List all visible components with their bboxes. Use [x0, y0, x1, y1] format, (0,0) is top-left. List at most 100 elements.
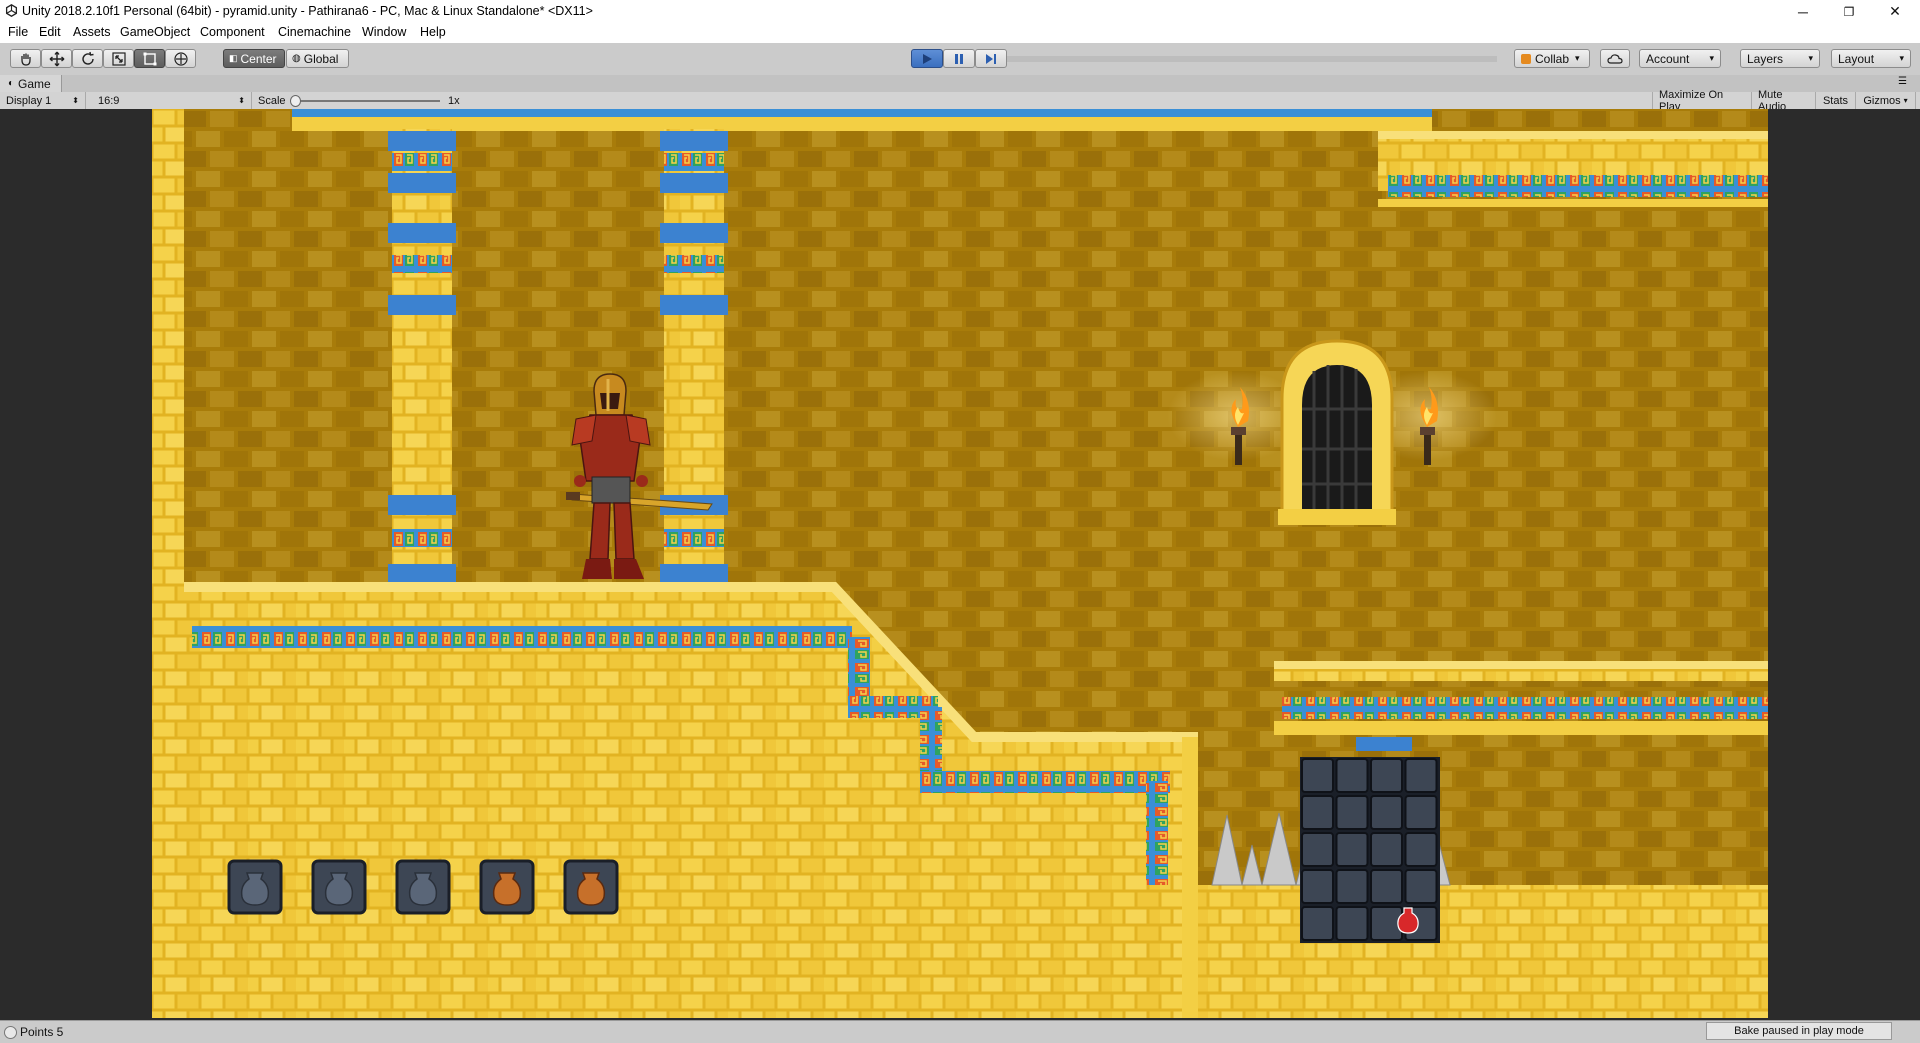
gizmos-label: Gizmos: [1863, 94, 1901, 107]
grid-slot[interactable]: [1301, 832, 1334, 867]
cloud-button[interactable]: [1600, 49, 1630, 68]
display-dropdown[interactable]: Display 1 ⬍: [0, 92, 86, 109]
inventory-slot[interactable]: [479, 859, 535, 915]
transform-tool-button[interactable]: [165, 49, 196, 68]
display-label: Display 1: [6, 94, 52, 107]
pivot-icon: ◧: [229, 53, 238, 63]
collab-dropdown[interactable]: Collab: [1514, 49, 1590, 68]
title-bar: Unity 2018.2.10f1 Personal (64bit) - pyr…: [0, 0, 1920, 23]
dropdown-arrows-icon: ⬍: [72, 96, 79, 105]
scale-icon: [111, 51, 126, 66]
menu-cinemachine[interactable]: Cinemachine: [278, 25, 351, 39]
scale-label: Scale: [258, 95, 286, 107]
rect-tool-icon: [143, 52, 156, 65]
grid-slot[interactable]: [1335, 758, 1369, 793]
stats-toggle[interactable]: Stats: [1816, 92, 1856, 109]
inventory-slot[interactable]: [227, 859, 283, 915]
grid-slot[interactable]: [1404, 832, 1438, 867]
grid-slot[interactable]: [1404, 758, 1438, 793]
game-tab-title: Game: [18, 76, 51, 91]
globe-icon: ◍: [292, 53, 301, 64]
move-tool-button[interactable]: [41, 49, 72, 68]
status-bar: Points 5 Bake paused in play mode: [0, 1020, 1920, 1043]
aspect-dropdown[interactable]: 16:9 ⬍: [92, 92, 252, 109]
window-title: Unity 2018.2.10f1 Personal (64bit) - pyr…: [22, 4, 593, 18]
menu-bar: File Edit Assets GameObject Component Ci…: [0, 23, 1920, 43]
maximize-on-play-toggle[interactable]: Maximize On Play: [1652, 89, 1752, 113]
pivot-label: Center: [240, 51, 277, 66]
dropdown-arrow-icon: ▾: [1903, 96, 1908, 105]
play-icon: [923, 53, 932, 64]
minimize-button[interactable]: ─: [1780, 0, 1826, 23]
game-scene: [152, 109, 1768, 1018]
play-progress-track: [1007, 56, 1497, 62]
menu-help[interactable]: Help: [420, 25, 446, 39]
mute-audio-toggle[interactable]: Mute Audio: [1752, 89, 1816, 113]
grid-slot[interactable]: [1404, 869, 1438, 904]
aspect-label: 16:9: [98, 94, 120, 107]
menu-component[interactable]: Component: [200, 25, 265, 39]
pivot-mode-button[interactable]: ◧ Center: [223, 49, 285, 68]
collab-label: Collab: [1535, 51, 1570, 66]
pause-button[interactable]: [943, 49, 975, 68]
scale-slider-track[interactable]: [292, 100, 440, 102]
grid-slot[interactable]: [1301, 758, 1334, 793]
pause-icon: [955, 53, 963, 64]
pillar-right: [660, 129, 728, 604]
panel-menu-icon[interactable]: ☰: [1898, 76, 1907, 87]
ceiling-trim: [292, 109, 1432, 117]
main-toolbar: ◧Center ◍Global Collab Account Layers La…: [0, 43, 1920, 76]
step-icon: [986, 53, 996, 64]
restore-button[interactable]: ❐: [1826, 0, 1872, 23]
layers-label: Layers: [1747, 51, 1784, 66]
grid-slot[interactable]: [1335, 906, 1369, 941]
grid-slot[interactable]: [1370, 758, 1403, 793]
layers-dropdown[interactable]: Layers: [1740, 49, 1820, 68]
inventory-slot[interactable]: [563, 859, 619, 915]
hand-tool-button[interactable]: [10, 49, 41, 68]
inventory-slot[interactable]: [311, 859, 367, 915]
game-tab[interactable]: ◐ Game: [0, 75, 62, 92]
grid-slot[interactable]: [1404, 795, 1438, 830]
rotate-tool-button[interactable]: [72, 49, 103, 68]
move-icon: [49, 51, 64, 66]
menu-file[interactable]: File: [8, 25, 28, 39]
bake-status: Bake paused in play mode: [1706, 1022, 1892, 1040]
ceiling-ledge: [292, 117, 1432, 131]
dropdown-arrows-icon: ⬍: [238, 96, 245, 105]
close-button[interactable]: ✕: [1872, 0, 1918, 23]
unity-logo-icon: [5, 4, 18, 17]
step-button[interactable]: [975, 49, 1007, 68]
inventory-slot[interactable]: [395, 859, 451, 915]
upper-right-ledge: [1378, 131, 1768, 207]
grid-slot[interactable]: [1370, 832, 1403, 867]
grid-slot[interactable]: [1335, 795, 1369, 830]
grid-slot[interactable]: [1370, 795, 1403, 830]
gizmos-dropdown[interactable]: Gizmos ▾: [1856, 92, 1916, 109]
layout-dropdown[interactable]: Layout: [1831, 49, 1911, 68]
rect-tool-button[interactable]: [134, 49, 165, 68]
game-tab-icon: ◐: [8, 78, 15, 89]
rotate-icon: [81, 51, 94, 65]
menu-edit[interactable]: Edit: [39, 25, 61, 39]
grid-slot[interactable]: [1335, 832, 1369, 867]
console-message[interactable]: Points 5: [20, 1025, 63, 1039]
transform-icon: [173, 51, 188, 66]
game-viewport[interactable]: [152, 109, 1768, 1018]
menu-assets[interactable]: Assets: [73, 25, 111, 39]
grid-slot[interactable]: [1301, 795, 1334, 830]
menu-window[interactable]: Window: [362, 25, 406, 39]
game-view-controls: Display 1 ⬍ 16:9 ⬍ Scale 1x Maximize On Pl…: [0, 89, 1920, 113]
menu-gameobject[interactable]: GameObject: [120, 25, 190, 39]
grid-slot[interactable]: [1370, 869, 1403, 904]
account-dropdown[interactable]: Account: [1639, 49, 1721, 68]
space-label: Global: [303, 51, 339, 66]
play-button[interactable]: [911, 49, 943, 68]
scale-slider-thumb[interactable]: [290, 95, 301, 107]
lower-floor: [1198, 885, 1768, 1018]
scale-tool-button[interactable]: [103, 49, 134, 68]
grid-slot[interactable]: [1301, 906, 1334, 941]
grid-slot[interactable]: [1301, 869, 1334, 904]
pivot-rotation-button[interactable]: ◍ Global: [286, 49, 349, 68]
grid-slot[interactable]: [1335, 869, 1369, 904]
